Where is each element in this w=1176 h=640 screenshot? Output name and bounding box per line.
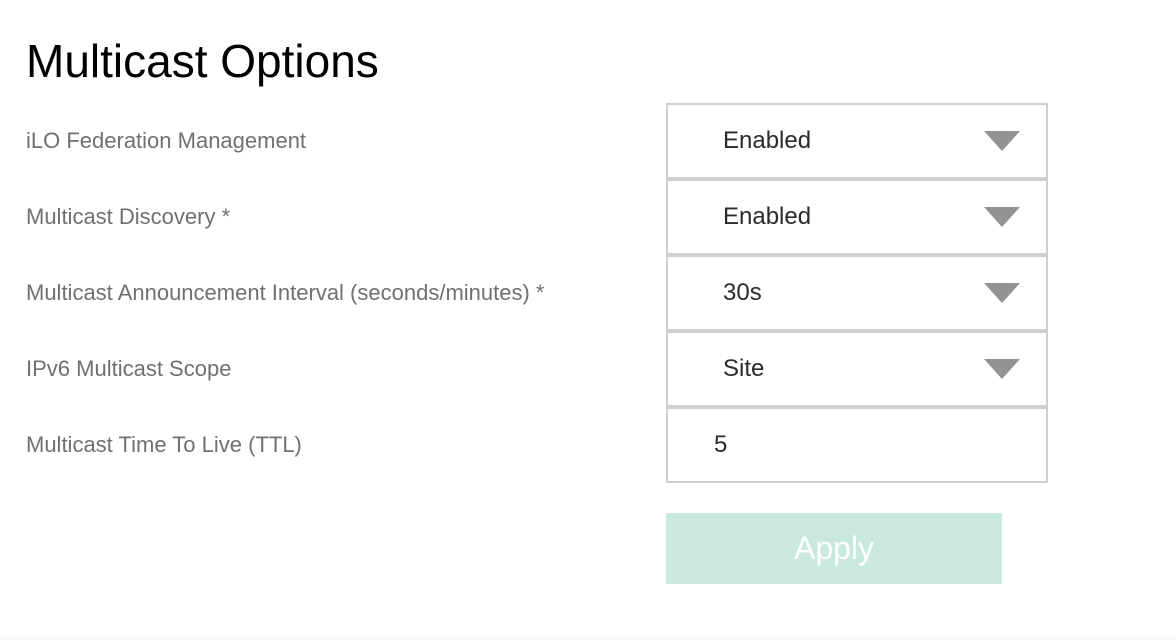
announcement-interval-label: Multicast Announcement Interval (seconds… — [26, 280, 545, 305]
ttl-input[interactable] — [668, 409, 1046, 481]
form-row-federation-management: iLO Federation Management Enabled — [0, 103, 1176, 179]
ipv6-scope-label: IPv6 Multicast Scope — [26, 356, 232, 381]
multicast-discovery-value: Enabled — [723, 203, 812, 230]
ttl-field[interactable] — [666, 407, 1048, 483]
federation-management-select[interactable]: Enabled — [666, 103, 1048, 179]
announcement-interval-select[interactable]: 30s — [666, 255, 1048, 331]
ttl-label: Multicast Time To Live (TTL) — [26, 432, 302, 457]
bottom-divider — [0, 633, 1176, 640]
chevron-down-icon[interactable] — [984, 359, 1020, 379]
form-row-ipv6-scope: IPv6 Multicast Scope Site — [0, 331, 1176, 407]
chevron-down-icon[interactable] — [984, 131, 1020, 151]
multicast-discovery-label: Multicast Discovery * — [26, 204, 231, 229]
chevron-down-icon[interactable] — [984, 283, 1020, 303]
apply-button[interactable]: Apply — [666, 513, 1002, 584]
ipv6-scope-value: Site — [723, 355, 765, 382]
form-row-multicast-discovery: Multicast Discovery * Enabled — [0, 179, 1176, 255]
form-row-announcement-interval: Multicast Announcement Interval (seconds… — [0, 255, 1176, 331]
announcement-interval-value: 30s — [723, 279, 762, 306]
federation-management-label: iLO Federation Management — [26, 128, 307, 153]
chevron-down-icon[interactable] — [984, 207, 1020, 227]
multicast-options-page: Multicast Options iLO Federation Managem… — [0, 0, 1176, 640]
page-title: Multicast Options — [26, 35, 379, 87]
ipv6-scope-select[interactable]: Site — [666, 331, 1048, 407]
form-row-ttl: Multicast Time To Live (TTL) — [0, 407, 1176, 483]
federation-management-value: Enabled — [723, 127, 812, 154]
multicast-discovery-select[interactable]: Enabled — [666, 179, 1048, 255]
